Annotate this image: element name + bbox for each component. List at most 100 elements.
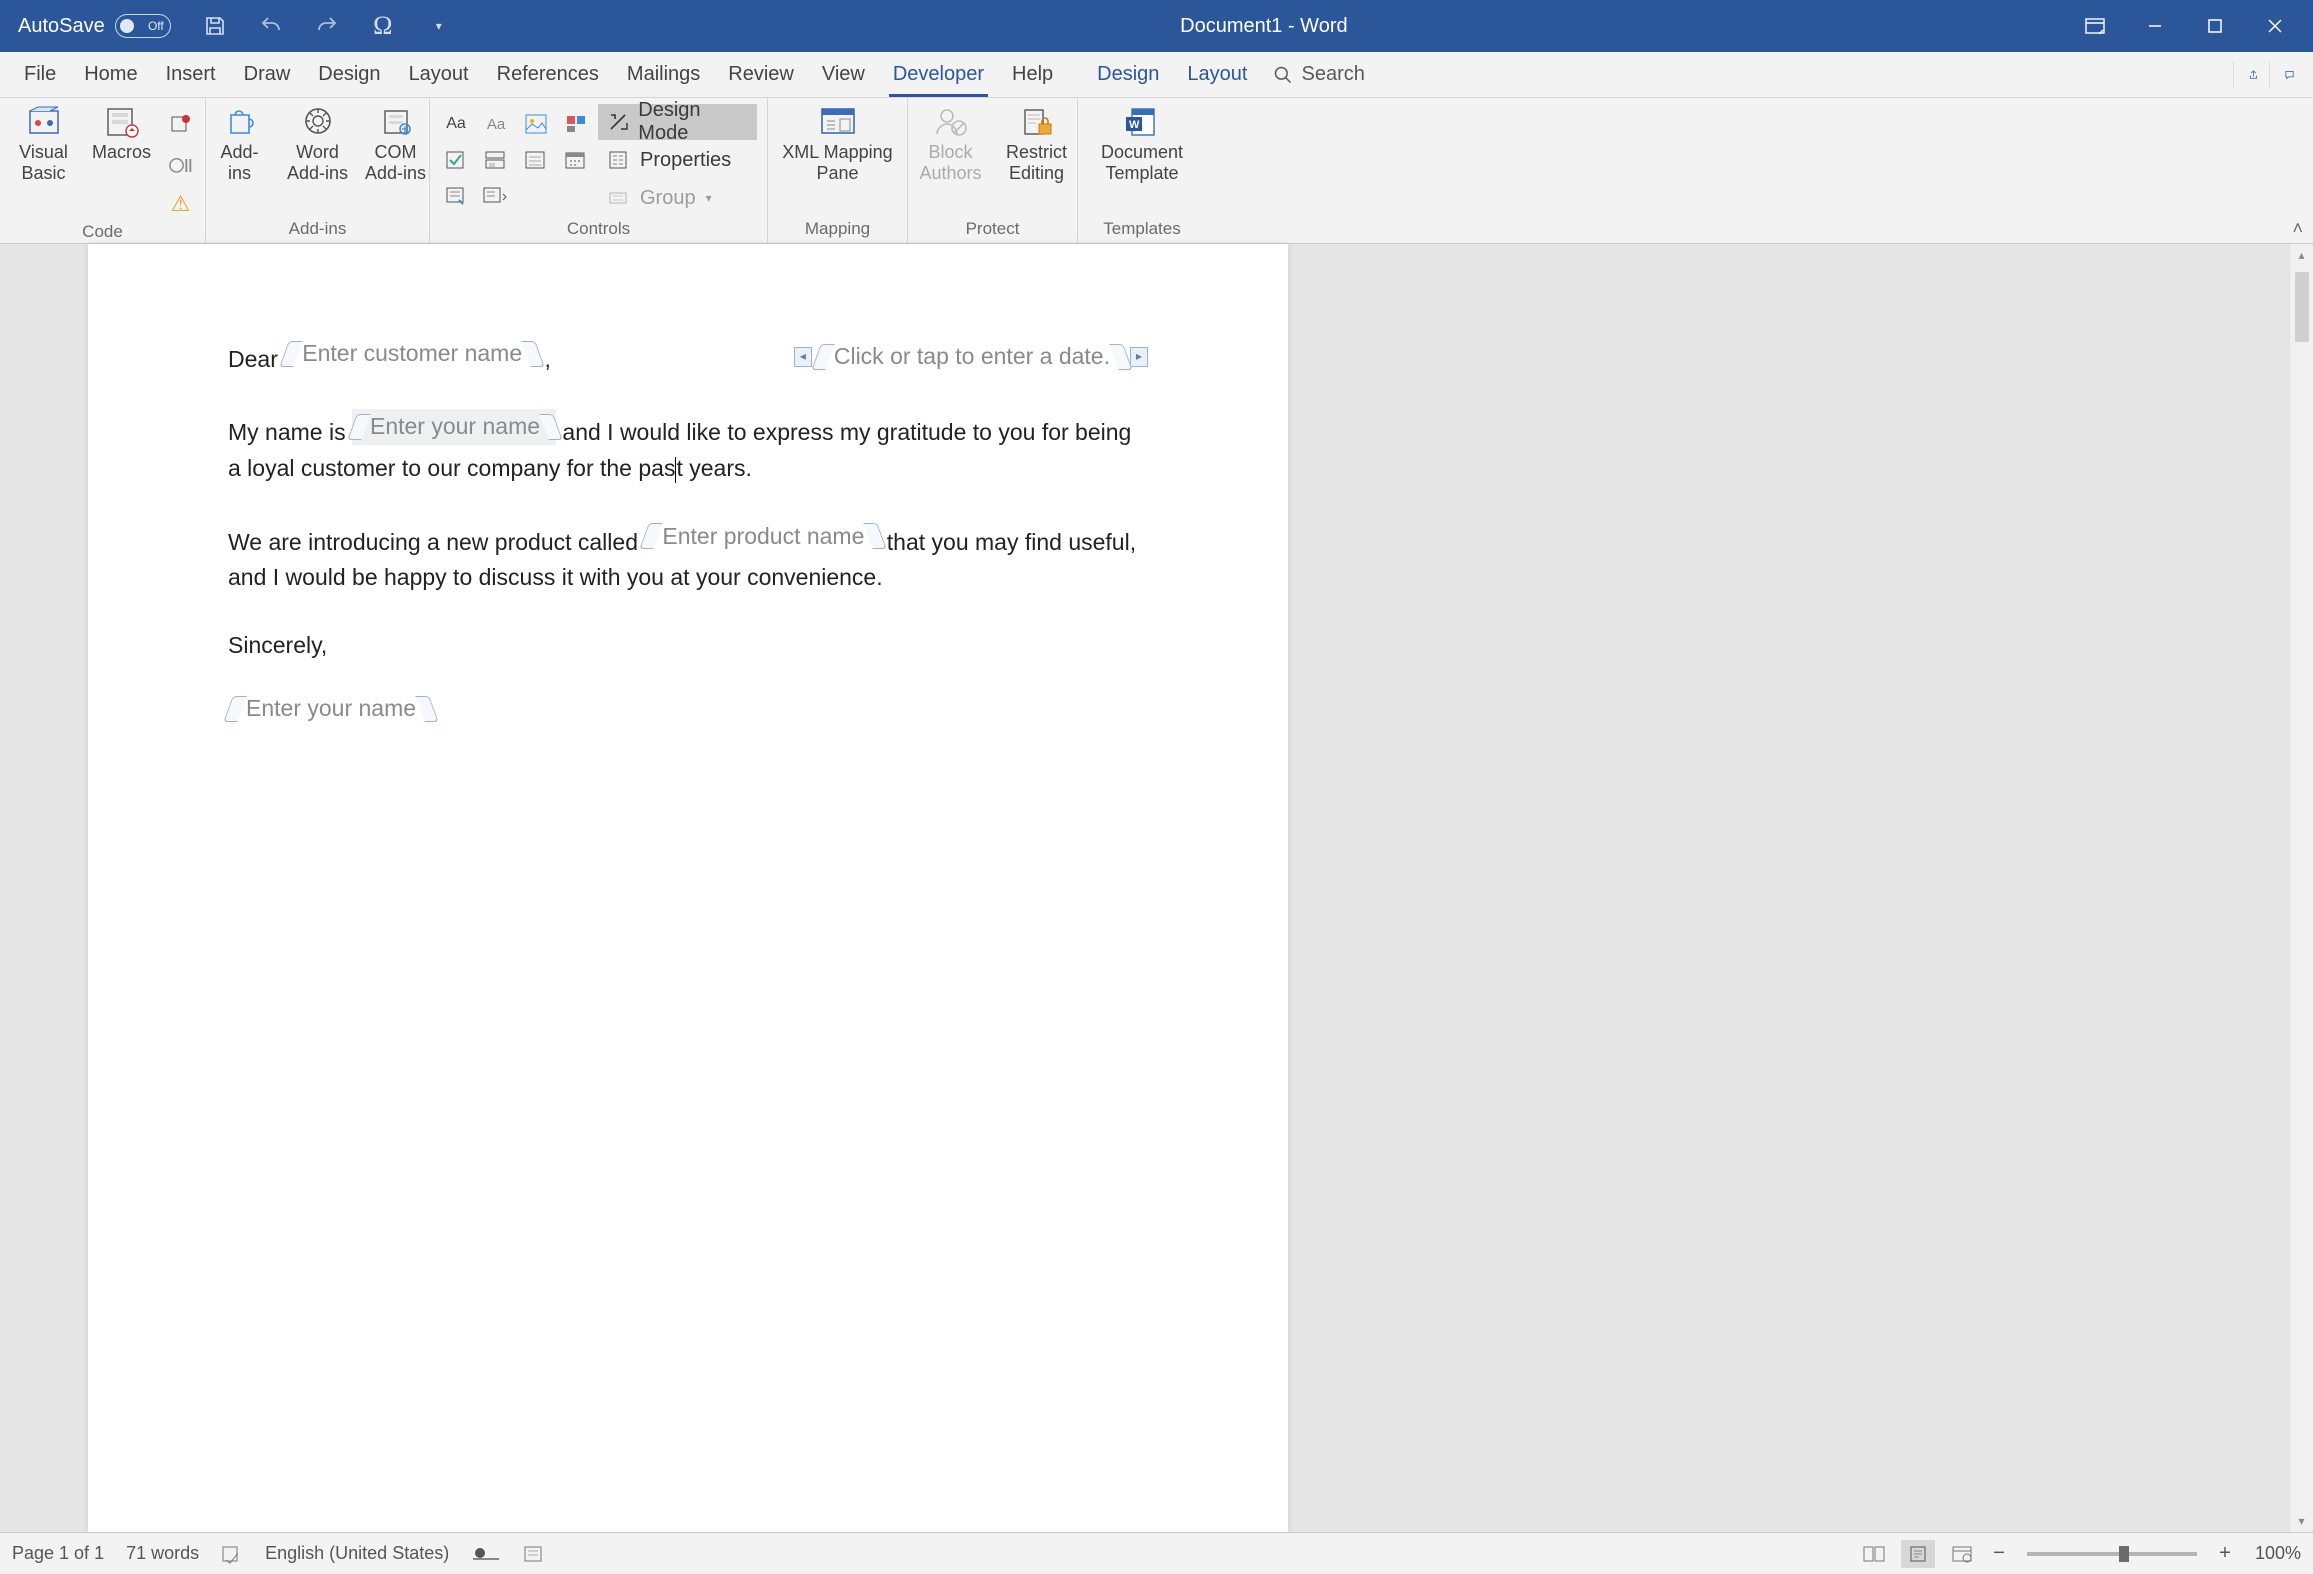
record-macro-icon[interactable] — [165, 108, 197, 140]
zoom-in-button[interactable]: + — [2215, 1542, 2235, 1565]
checkbox-control-icon[interactable] — [440, 144, 472, 176]
document-template-button[interactable]: W Document Template — [1087, 104, 1197, 183]
visual-basic-button[interactable]: Visual Basic — [8, 104, 80, 183]
text-years: t years. — [676, 455, 751, 481]
read-mode-icon[interactable] — [1857, 1540, 1891, 1568]
share-icon[interactable] — [2233, 62, 2259, 88]
zoom-slider[interactable] — [2027, 1552, 2197, 1556]
group-mapping-label: Mapping — [805, 217, 870, 239]
autosave-state: Off — [148, 19, 164, 33]
customize-qat-icon[interactable]: ▾ — [425, 12, 453, 40]
tab-review[interactable]: Review — [714, 52, 808, 97]
tab-insert[interactable]: Insert — [152, 52, 230, 97]
scroll-up-icon[interactable]: ▴ — [2290, 244, 2313, 266]
your-name-control[interactable]: Enter your name — [352, 409, 556, 445]
building-block-control-icon[interactable] — [560, 108, 592, 140]
tab-table-layout[interactable]: Layout — [1173, 52, 1261, 97]
signature-control-line[interactable]: Enter your name — [228, 691, 1148, 732]
status-bar: Page 1 of 1 71 words English (United Sta… — [0, 1532, 2313, 1574]
date-next-icon[interactable]: ▸ — [1130, 347, 1148, 367]
group-label: Group — [640, 187, 696, 210]
design-mode-button[interactable]: Design Mode — [598, 104, 757, 140]
repeating-section-control-icon[interactable] — [440, 180, 472, 212]
design-mode-icon — [608, 112, 628, 132]
rich-text-control-icon[interactable]: Aa — [440, 108, 472, 140]
group-controls: Aa Aa Design — [430, 98, 768, 243]
print-layout-icon[interactable] — [1901, 1540, 1935, 1568]
greeting-line[interactable]: Dear Enter customer name , ◂ Click or ta… — [228, 336, 1148, 377]
tab-developer[interactable]: Developer — [879, 52, 998, 97]
search-icon — [1273, 65, 1293, 85]
undo-icon[interactable] — [257, 12, 285, 40]
macro-security-icon[interactable]: ⚠ — [165, 188, 197, 220]
date-prev-icon[interactable]: ◂ — [794, 347, 812, 367]
spellcheck-icon[interactable] — [221, 1544, 243, 1564]
comments-icon[interactable] — [2269, 62, 2295, 88]
ribbon-display-options-icon[interactable] — [2075, 10, 2115, 42]
document-page[interactable]: Dear Enter customer name , ◂ Click or ta… — [88, 244, 1288, 1532]
language-indicator[interactable]: English (United States) — [265, 1543, 449, 1564]
document-template-label: Document Template — [1101, 142, 1183, 183]
group-addins-label: Add-ins — [289, 217, 347, 239]
close-icon[interactable] — [2255, 10, 2295, 42]
date-picker-control-icon[interactable] — [560, 144, 592, 176]
zoom-out-button[interactable]: − — [1989, 1542, 2009, 1565]
legacy-tools-icon[interactable] — [480, 180, 512, 212]
word-count[interactable]: 71 words — [126, 1543, 199, 1564]
chevron-down-icon: ▾ — [706, 191, 712, 205]
signature-name-control[interactable]: Enter your name — [228, 691, 432, 727]
ribbon-tabs-right — [2213, 52, 2303, 97]
tab-draw[interactable]: Draw — [230, 52, 305, 97]
visual-basic-label: Visual Basic — [19, 142, 68, 183]
tab-file[interactable]: File — [10, 52, 70, 97]
plain-text-control-icon[interactable]: Aa — [480, 108, 512, 140]
page-indicator[interactable]: Page 1 of 1 — [12, 1543, 104, 1564]
pause-recording-icon[interactable]: ◯|| — [165, 148, 197, 180]
zoom-knob[interactable] — [2119, 1546, 2129, 1562]
vertical-scrollbar[interactable]: ▴ ▾ — [2289, 244, 2313, 1532]
addins-button[interactable]: Add- ins — [204, 104, 276, 183]
date-picker-control[interactable]: ◂ Click or tap to enter a date. ▸ — [794, 339, 1148, 375]
tab-home[interactable]: Home — [70, 52, 151, 97]
collapse-ribbon-icon[interactable]: ˄ — [2292, 218, 2303, 239]
customer-name-control[interactable]: Enter customer name — [284, 336, 538, 372]
autosave-toggle[interactable]: AutoSave Off — [8, 14, 171, 38]
minimize-icon[interactable] — [2135, 10, 2175, 42]
tab-mailings[interactable]: Mailings — [613, 52, 714, 97]
properties-button[interactable]: Properties — [598, 142, 757, 178]
word-addins-button[interactable]: Word Add-ins — [282, 104, 354, 183]
titlebar-left: AutoSave Off Ω ▾ — [8, 12, 453, 40]
product-name-control[interactable]: Enter product name — [644, 519, 880, 555]
scroll-down-icon[interactable]: ▾ — [2290, 1510, 2313, 1532]
status-right: − + 100% — [1857, 1540, 2301, 1568]
web-layout-icon[interactable] — [1945, 1540, 1979, 1568]
tab-help[interactable]: Help — [998, 52, 1067, 97]
product-paragraph[interactable]: We are introducing a new product called … — [228, 519, 1148, 596]
workspace: Dear Enter customer name , ◂ Click or ta… — [0, 244, 2313, 1532]
com-addins-button[interactable]: COM Add-ins — [360, 104, 432, 183]
dropdown-control-icon[interactable] — [520, 144, 552, 176]
tab-table-design[interactable]: Design — [1083, 52, 1173, 97]
scroll-thumb[interactable] — [2295, 272, 2309, 342]
accessibility-slider-icon[interactable] — [471, 1545, 501, 1563]
maximize-icon[interactable] — [2195, 10, 2235, 42]
macros-button[interactable]: Macros — [86, 104, 158, 163]
autosave-switch[interactable]: Off — [115, 14, 171, 38]
xml-mapping-button[interactable]: XML Mapping Pane — [778, 104, 898, 183]
combobox-control-icon[interactable] — [480, 144, 512, 176]
tab-references[interactable]: References — [483, 52, 613, 97]
intro-paragraph[interactable]: My name is Enter your name and I would l… — [228, 409, 1148, 486]
macro-recording-status-icon[interactable] — [523, 1544, 545, 1564]
save-icon[interactable] — [201, 12, 229, 40]
visual-basic-icon — [22, 104, 66, 140]
search-button[interactable]: Search — [1261, 63, 1376, 86]
restrict-editing-button[interactable]: Restrict Editing — [998, 104, 1076, 183]
redo-icon[interactable] — [313, 12, 341, 40]
tab-layout[interactable]: Layout — [395, 52, 483, 97]
tab-design[interactable]: Design — [304, 52, 394, 97]
closing-line[interactable]: Sincerely, — [228, 628, 1148, 664]
omega-icon[interactable]: Ω — [369, 12, 397, 40]
zoom-level[interactable]: 100% — [2255, 1543, 2301, 1564]
tab-view[interactable]: View — [808, 52, 879, 97]
picture-control-icon[interactable] — [520, 108, 552, 140]
